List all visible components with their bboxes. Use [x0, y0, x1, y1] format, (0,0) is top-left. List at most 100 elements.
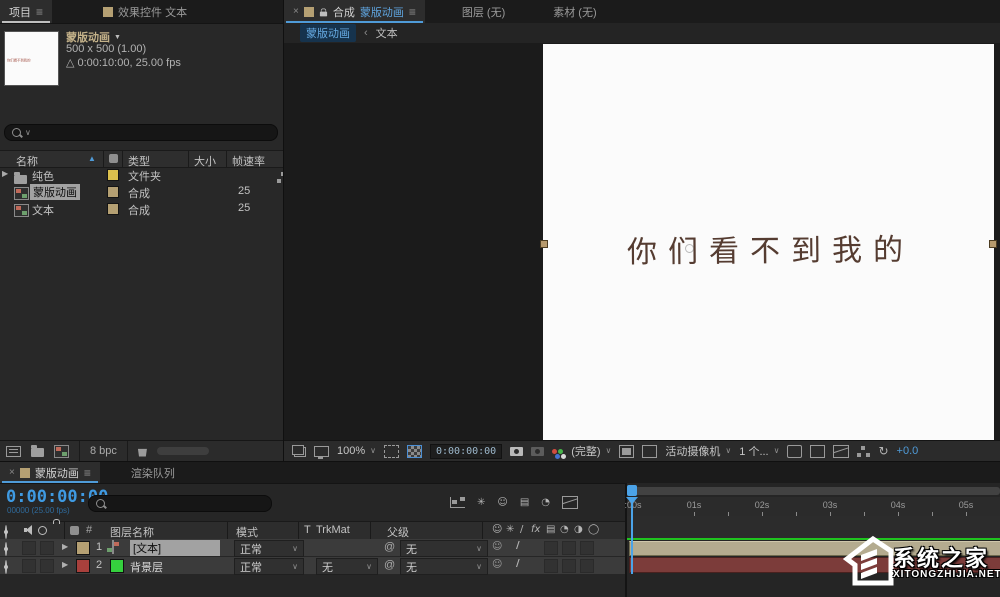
comp-canvas[interactable]: 你们看不到我的 — [543, 44, 994, 440]
layer-visibility-eye-icon[interactable] — [5, 560, 7, 574]
comp-viewer[interactable]: 你们看不到我的 — [284, 43, 1000, 440]
playhead-line[interactable] — [631, 497, 633, 574]
motion-blur-icon[interactable]: ◔ — [541, 498, 550, 508]
comp-mini-flowchart-icon[interactable] — [450, 497, 465, 508]
adjustment-switch-icon[interactable]: ◑ — [574, 525, 583, 535]
interpret-footage-icon[interactable] — [6, 446, 21, 457]
panel-menu-icon[interactable]: ≡ — [84, 466, 91, 480]
lock-icon[interactable] — [320, 11, 327, 16]
quality-switch-icon[interactable]: / — [520, 525, 523, 535]
switch-box[interactable] — [562, 541, 576, 555]
layer-label-swatch[interactable] — [76, 559, 90, 573]
reset-exposure-icon[interactable]: ↻ — [878, 445, 888, 457]
close-icon[interactable]: × — [293, 6, 299, 17]
mini-flowchart-icon[interactable] — [857, 446, 870, 457]
canvas-text[interactable]: 你们看不到我的 — [627, 225, 914, 272]
mode-column[interactable]: 模式 — [236, 524, 258, 540]
threed-switch-icon[interactable]: ◯ — [588, 525, 599, 535]
trash-icon[interactable] — [138, 448, 147, 457]
switch-box[interactable] — [562, 559, 576, 573]
audio-toggle[interactable] — [22, 541, 36, 555]
graph-editor-icon[interactable] — [562, 496, 578, 509]
shy-toggle-icon[interactable]: ☺ — [492, 560, 502, 570]
frame-blend-icon[interactable]: ▤ — [520, 498, 529, 508]
draft-3d-icon[interactable]: ✳ — [477, 498, 485, 508]
caret-down-icon[interactable]: ▼ — [114, 34, 121, 41]
parent-dropdown[interactable]: 无 ∨ — [400, 540, 488, 557]
layer-name-column[interactable]: 图层名称 — [110, 524, 154, 540]
new-composition-icon[interactable] — [54, 445, 69, 458]
label-color-swatch[interactable] — [107, 203, 119, 215]
switch-box[interactable] — [580, 541, 594, 555]
tab-project[interactable]: 项目 ≡ — [0, 0, 52, 23]
fast-preview-icon[interactable] — [619, 445, 634, 458]
pickwhip-icon[interactable]: @ — [384, 559, 395, 571]
always-preview-icon[interactable] — [294, 447, 306, 457]
project-search-input[interactable]: ∨ — [4, 124, 278, 141]
time-ruler[interactable]: :00s 01s 02s 03s 04s 05s — [627, 497, 1000, 517]
tab-timeline-comp[interactable]: × 蒙版动画 ≡ — [0, 462, 100, 483]
panel-menu-icon[interactable]: ≡ — [409, 5, 416, 19]
label-color-swatch[interactable] — [107, 169, 119, 181]
expand-arrow-icon[interactable]: ▶ — [2, 169, 8, 178]
project-thumbnail[interactable]: 你们看不到我的 — [4, 31, 59, 86]
collapse-switch-icon[interactable]: ✳ — [506, 525, 514, 535]
parent-column[interactable]: 父级 — [387, 524, 409, 540]
frame-blend-switch-icon[interactable]: ▤ — [546, 525, 555, 535]
quality-toggle-icon[interactable]: / — [516, 541, 520, 551]
pickwhip-icon[interactable]: @ — [384, 541, 395, 553]
row-name[interactable]: 蒙版动画 — [30, 184, 80, 200]
magnification-dropdown[interactable]: 100% ∨ — [337, 445, 376, 457]
timeline-navigator-bar[interactable] — [629, 487, 1000, 495]
timeline-button-icon[interactable] — [810, 445, 825, 458]
layer-handle-right[interactable] — [989, 240, 997, 248]
tab-render-queue[interactable]: 渲染队列 — [122, 462, 184, 483]
audio-toggle[interactable] — [22, 559, 36, 573]
horizontal-scrollbar[interactable] — [157, 447, 209, 455]
layer-row[interactable]: ▶ 1 [文本] 正常 ∨ @ 无 ∨ ☺ / — [0, 539, 625, 556]
trkmat-column[interactable]: TrkMat — [316, 524, 350, 536]
resolution-dropdown[interactable]: (完整) ∨ — [571, 443, 611, 459]
layer-name[interactable]: 背景层 — [130, 559, 163, 575]
label-color-swatch[interactable] — [107, 186, 119, 198]
twirl-arrow-icon[interactable]: ▶ — [62, 560, 68, 569]
view-layout-icon[interactable] — [787, 445, 802, 458]
snapshot-camera-icon[interactable] — [510, 447, 523, 456]
label-column-icon[interactable] — [70, 526, 79, 535]
region-of-interest-icon[interactable] — [384, 445, 399, 458]
breadcrumb-current[interactable]: 蒙版动画 — [300, 24, 356, 42]
anchor-point-icon[interactable] — [685, 244, 694, 253]
panel-menu-icon[interactable]: ≡ — [36, 5, 43, 19]
channel-rgb-icon[interactable] — [552, 449, 557, 454]
camera-view-dropdown[interactable]: 活动摄像机 ∨ — [665, 443, 731, 459]
close-icon[interactable]: × — [9, 467, 15, 478]
time-indicator-head[interactable] — [627, 485, 637, 496]
bit-depth-button[interactable]: 8 bpc — [90, 445, 117, 457]
motion-blur-switch-icon[interactable]: ◔ — [560, 525, 569, 535]
layer-label-swatch[interactable] — [76, 541, 90, 555]
timeline-search-input[interactable] — [88, 495, 272, 512]
layer-name[interactable]: [文本] — [130, 540, 220, 556]
col-label-icon[interactable] — [109, 154, 118, 163]
blend-mode-dropdown[interactable]: 正常 ∨ — [234, 540, 304, 557]
tab-layer[interactable]: 图层 (无) — [453, 0, 514, 23]
video-column-eye-icon[interactable] — [5, 525, 7, 539]
row-name[interactable]: 文本 — [32, 202, 54, 218]
parent-dropdown[interactable]: 无 ∨ — [400, 558, 488, 575]
search-options-chevron-icon[interactable]: ∨ — [25, 129, 31, 137]
table-row[interactable]: ▶ 纯色 文件夹 — [0, 166, 283, 183]
shy-toggle-icon[interactable]: ☺ — [492, 542, 502, 552]
comp-timecode[interactable]: 0:00:00:00 — [430, 444, 502, 459]
switch-box[interactable] — [544, 541, 558, 555]
switch-box[interactable] — [580, 559, 594, 573]
t-column[interactable]: T — [304, 524, 311, 536]
solo-toggle[interactable] — [40, 559, 54, 573]
new-folder-icon[interactable] — [31, 448, 44, 457]
solo-column-icon[interactable] — [38, 526, 47, 535]
show-snapshot-icon[interactable] — [531, 447, 544, 456]
transparency-grid-icon[interactable] — [407, 445, 422, 458]
layer-row[interactable]: ▶ 2 背景层 正常 ∨ 无 ∨ @ 无 ∨ ☺ / — [0, 557, 625, 574]
row-name[interactable]: 纯色 — [32, 168, 54, 184]
shy-switch-icon[interactable]: ☺ — [492, 525, 502, 535]
tab-effect-controls[interactable]: 效果控件 文本 — [94, 0, 196, 23]
